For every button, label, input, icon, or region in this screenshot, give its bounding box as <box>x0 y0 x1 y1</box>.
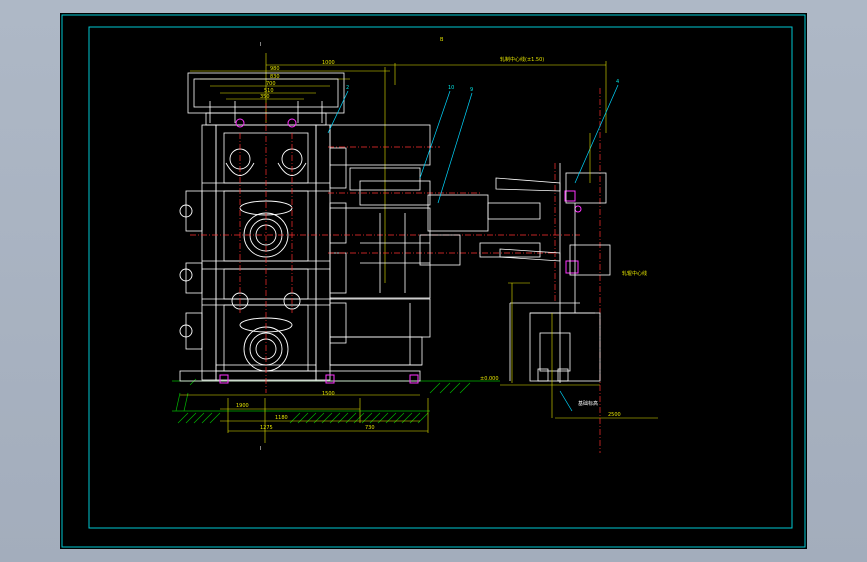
rolling-mill-drawing: 1000 980 830 700 510 350 轧制中心线(±1.50) B … <box>61 14 806 548</box>
dim-label: 700 <box>266 81 276 87</box>
cad-viewport: 1000 980 830 700 510 350 轧制中心线(±1.50) B … <box>0 0 867 562</box>
foundation-hatch <box>172 378 500 424</box>
dim-label: 1900 <box>236 403 249 409</box>
top-note: 轧制中心线(±1.50) <box>500 56 544 63</box>
callout-label: 2 <box>346 85 349 91</box>
inner-frame <box>88 26 793 529</box>
dim-label: 1180 <box>275 415 288 421</box>
mill-stand <box>179 72 421 382</box>
dim-label: 350 <box>260 94 270 100</box>
work-rolls <box>179 148 307 372</box>
dim-label: 980 <box>270 66 280 72</box>
callout-label: 9 <box>470 87 473 93</box>
leader-lines <box>327 84 619 412</box>
section-bottom-label: I <box>260 446 261 452</box>
drive-assembly <box>329 124 561 366</box>
dim-label: 730 <box>365 425 375 431</box>
dim-label: 1275 <box>260 425 273 431</box>
dim-label: 1000 <box>322 60 335 66</box>
floor-note: ±0.000 <box>480 376 499 382</box>
callout-label: 4 <box>616 79 619 85</box>
drawing-sheet: 1000 980 830 700 510 350 轧制中心线(±1.50) B … <box>60 13 807 549</box>
centerlines <box>190 88 601 453</box>
bottom-note: 基础标高 <box>578 400 598 407</box>
outer-frame <box>61 14 806 548</box>
callout-label: 10 <box>448 85 454 91</box>
section-top-label: I <box>260 42 261 48</box>
right-dimensions <box>508 133 591 418</box>
dim-label: 2500 <box>608 412 621 418</box>
dim-label: 1500 <box>322 391 335 397</box>
right-note: 轧辊中心线 <box>622 270 647 277</box>
support-frame <box>509 163 611 383</box>
top-center-label: B <box>440 37 444 43</box>
